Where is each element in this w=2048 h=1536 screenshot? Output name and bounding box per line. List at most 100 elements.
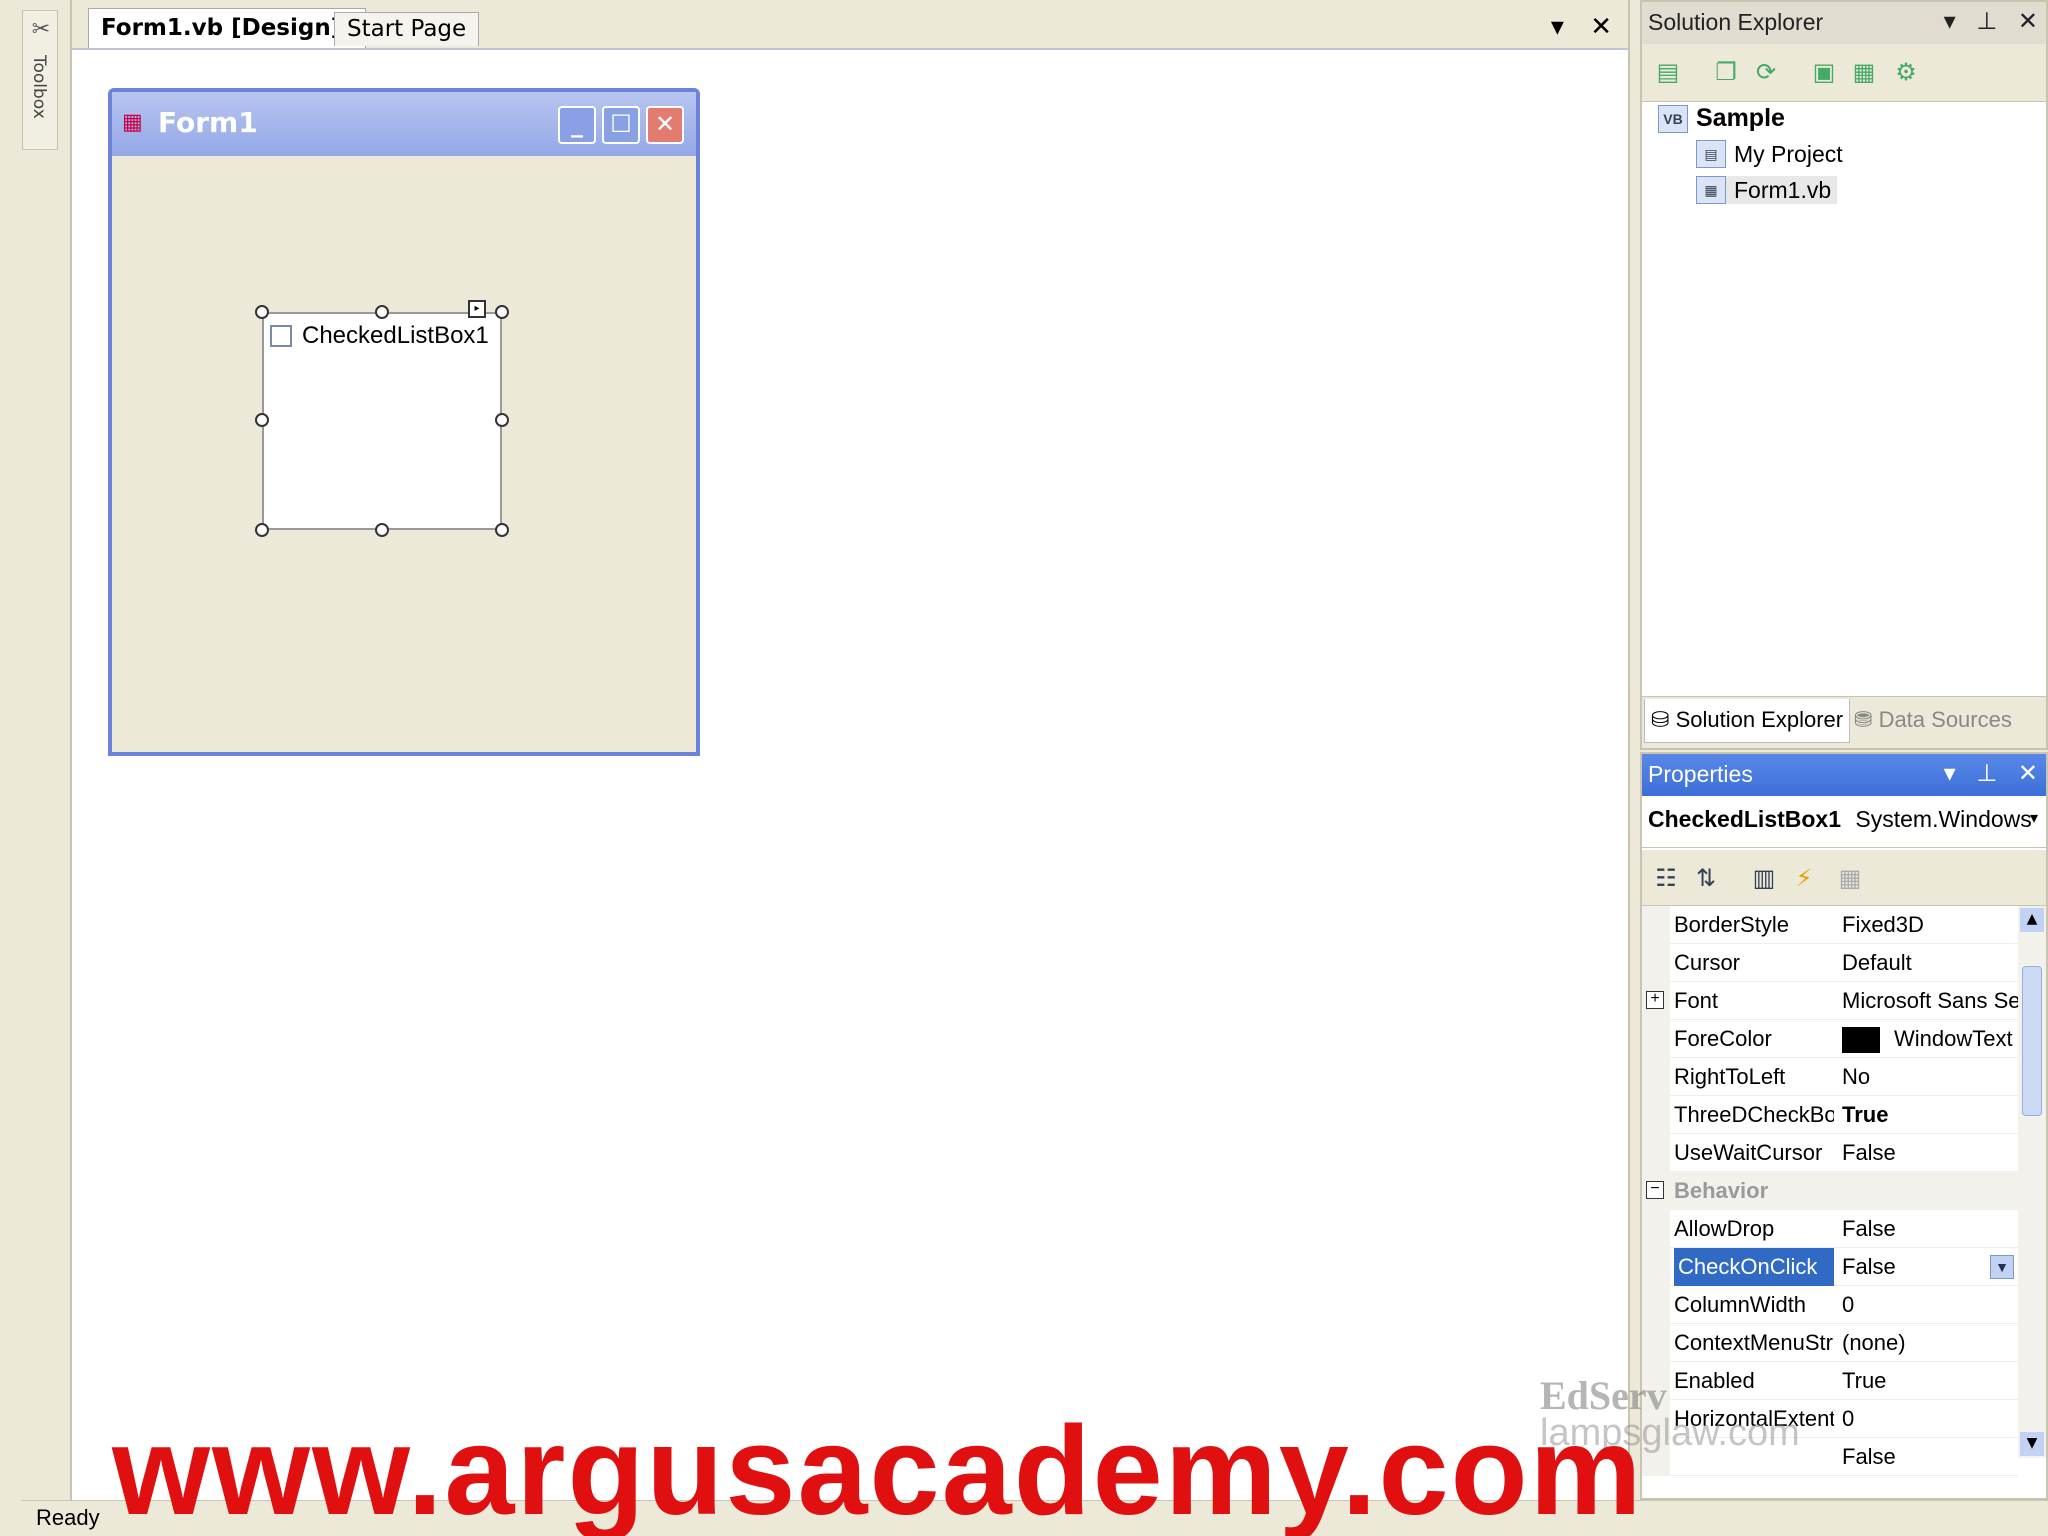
property-category[interactable]: − Behavior	[1642, 1172, 2018, 1210]
property-value[interactable]: 0	[1836, 1400, 2018, 1438]
resize-handle-left[interactable]	[255, 413, 269, 427]
view-designer-icon[interactable]: ▦	[1846, 54, 1882, 90]
property-value-text: False	[1842, 1444, 1896, 1469]
tab-form1-design[interactable]: Form1.vb [Design]*	[88, 8, 367, 48]
alphabetical-icon[interactable]: ⇅	[1688, 860, 1724, 896]
tree-node-form1-vb[interactable]: ▦ Form1.vb	[1696, 176, 1838, 204]
property-pages-icon[interactable]: ▦	[1832, 860, 1868, 896]
panel-dropdown-icon[interactable]: ▾	[1944, 760, 1956, 787]
resize-handle-right[interactable]	[495, 413, 509, 427]
property-grid: BorderStyle Fixed3D Cursor Default + Font Micr…	[1642, 906, 2018, 1476]
property-row[interactable]: AllowDrop False	[1642, 1210, 2018, 1248]
maximize-button[interactable]: ☐	[602, 106, 640, 144]
property-name: ContextMenuStr	[1674, 1330, 1833, 1355]
tree-node-my-project[interactable]: ▤ My Project	[1696, 140, 1843, 168]
property-row[interactable]: RightToLeft No	[1642, 1058, 2018, 1096]
close-panel-icon[interactable]: ✕	[2018, 760, 2038, 787]
chevron-down-icon[interactable]: ▾	[2030, 808, 2038, 828]
property-row[interactable]: ColumnWidth 0	[1642, 1286, 2018, 1324]
form1-window[interactable]: ▦ Form1 _ ☐ ✕ CheckedListBox1 ▸	[108, 88, 700, 756]
show-all-files-icon[interactable]: ❐	[1708, 54, 1744, 90]
property-value-text: True	[1842, 1368, 1887, 1393]
class-diagram-icon[interactable]: ⚙	[1888, 54, 1924, 90]
close-button[interactable]: ✕	[646, 106, 684, 144]
property-row[interactable]: ContextMenuStr (none)	[1642, 1324, 2018, 1362]
property-value[interactable]: Microsoft Sans Se	[1836, 982, 2018, 1020]
property-name: Behavior	[1674, 1178, 1769, 1203]
object-type: System.Windows	[1855, 806, 2032, 832]
property-value[interactable]: (none)	[1836, 1324, 2018, 1362]
object-selector[interactable]: CheckedListBox1 System.Windows ▾	[1642, 796, 2046, 848]
tab-list-dropdown-icon[interactable]: ▾	[1551, 12, 1564, 42]
property-value[interactable]: No	[1836, 1058, 2018, 1096]
form-titlebar[interactable]: ▦ Form1 _ ☐ ✕	[112, 92, 696, 156]
property-row[interactable]: ThreeDCheckBo: True	[1642, 1096, 2018, 1134]
property-grid-scrollbar[interactable]: ▲ ▼	[2018, 906, 2046, 1458]
properties-panel: Properties ▾ ⊥ ✕ CheckedListBox1 System.…	[1640, 752, 2048, 1500]
tab-data-sources[interactable]: ⛃ Data Sources	[1848, 699, 2018, 743]
properties-view-icon[interactable]: ▥	[1746, 860, 1782, 896]
designer-area[interactable]: Form1.vb [Design]* Start Page ▾ ✕ ▦ Form…	[70, 0, 1630, 1500]
resize-handle-bottom-right[interactable]	[495, 523, 509, 537]
property-value-text: Default	[1842, 950, 1912, 975]
property-value[interactable]: False	[1836, 1438, 2018, 1476]
smart-tag-icon[interactable]: ▸	[468, 300, 486, 318]
property-value[interactable]: False ▼	[1836, 1248, 2018, 1286]
resize-handle-bottom-left[interactable]	[255, 523, 269, 537]
close-document-icon[interactable]: ✕	[1590, 12, 1612, 42]
property-row[interactable]: CheckOnClick False ▼	[1642, 1248, 2018, 1286]
property-gutter	[1642, 1096, 1670, 1134]
scroll-thumb[interactable]	[2022, 966, 2042, 1116]
property-value[interactable]: False	[1836, 1134, 2018, 1172]
panel-dropdown-icon[interactable]: ▾	[1944, 8, 1956, 35]
property-value-text: False	[1842, 1254, 1896, 1279]
property-value[interactable]: False	[1836, 1210, 2018, 1248]
tree-node-sample[interactable]: VB Sample	[1658, 104, 1785, 133]
refresh-icon[interactable]: ⟳	[1748, 54, 1784, 90]
pin-icon[interactable]: ⊥	[1976, 760, 1997, 787]
property-row[interactable]: Cursor Default	[1642, 944, 2018, 982]
scroll-down-icon[interactable]: ▼	[2020, 1432, 2044, 1456]
view-code-icon[interactable]: ▣	[1806, 54, 1842, 90]
checked-list-box[interactable]: CheckedListBox1	[262, 312, 502, 530]
property-value[interactable]: WindowText	[1836, 1020, 2018, 1058]
checked-list-item[interactable]: CheckedListBox1	[270, 322, 489, 350]
property-value[interactable]: Fixed3D	[1836, 906, 2018, 944]
minimize-button[interactable]: _	[558, 106, 596, 144]
properties-header[interactable]: Properties ▾ ⊥ ✕	[1642, 754, 2046, 796]
pin-icon[interactable]: ⊥	[1976, 8, 1997, 35]
resize-handle-top-left[interactable]	[255, 305, 269, 319]
chevron-down-icon[interactable]: ▼	[1990, 1255, 2014, 1279]
expand-icon[interactable]: +	[1646, 991, 1664, 1009]
scroll-up-icon[interactable]: ▲	[2020, 908, 2044, 932]
solution-explorer-toolbar: ▤ ❐ ⟳ ▣ ▦ ⚙	[1642, 44, 2046, 102]
properties-icon[interactable]: ▤	[1650, 54, 1686, 90]
property-gutter	[1642, 1058, 1670, 1096]
events-icon[interactable]: ⚡	[1786, 860, 1822, 896]
property-value-text: Microsoft Sans Se	[1842, 988, 2018, 1013]
property-row[interactable]: + Font Microsoft Sans Se	[1642, 982, 2018, 1020]
property-name: Font	[1674, 988, 1719, 1013]
property-value[interactable]: True	[1836, 1096, 2018, 1134]
properties-toolbar: ☷ ⇅ ▥ ⚡ ▦	[1642, 850, 2046, 906]
property-value[interactable]: Default	[1836, 944, 2018, 982]
tab-solution-explorer[interactable]: ⛁ Solution Explorer	[1644, 699, 1851, 743]
property-row[interactable]: Enabled True	[1642, 1362, 2018, 1400]
resize-handle-top-right[interactable]	[495, 305, 509, 319]
property-row[interactable]: BorderStyle Fixed3D	[1642, 906, 2018, 944]
solution-explorer-header[interactable]: Solution Explorer ▾ ⊥ ✕	[1642, 2, 2046, 44]
categorized-icon[interactable]: ☷	[1648, 860, 1684, 896]
property-row[interactable]: UseWaitCursor False	[1642, 1134, 2018, 1172]
collapse-icon[interactable]: −	[1646, 1181, 1664, 1199]
object-name: CheckedListBox1	[1648, 806, 1842, 832]
property-value[interactable]: 0	[1836, 1286, 2018, 1324]
toolbox-strip[interactable]: ✂ Toolbox	[22, 10, 58, 150]
property-row[interactable]: ForeColor WindowText	[1642, 1020, 2018, 1058]
item-checkbox[interactable]	[270, 325, 292, 347]
property-value-text: WindowText	[1894, 1026, 2013, 1051]
property-value[interactable]: True	[1836, 1362, 2018, 1400]
resize-handle-bottom[interactable]	[375, 523, 389, 537]
resize-handle-top[interactable]	[375, 305, 389, 319]
tab-start-page[interactable]: Start Page	[334, 12, 480, 46]
close-panel-icon[interactable]: ✕	[2018, 8, 2038, 35]
